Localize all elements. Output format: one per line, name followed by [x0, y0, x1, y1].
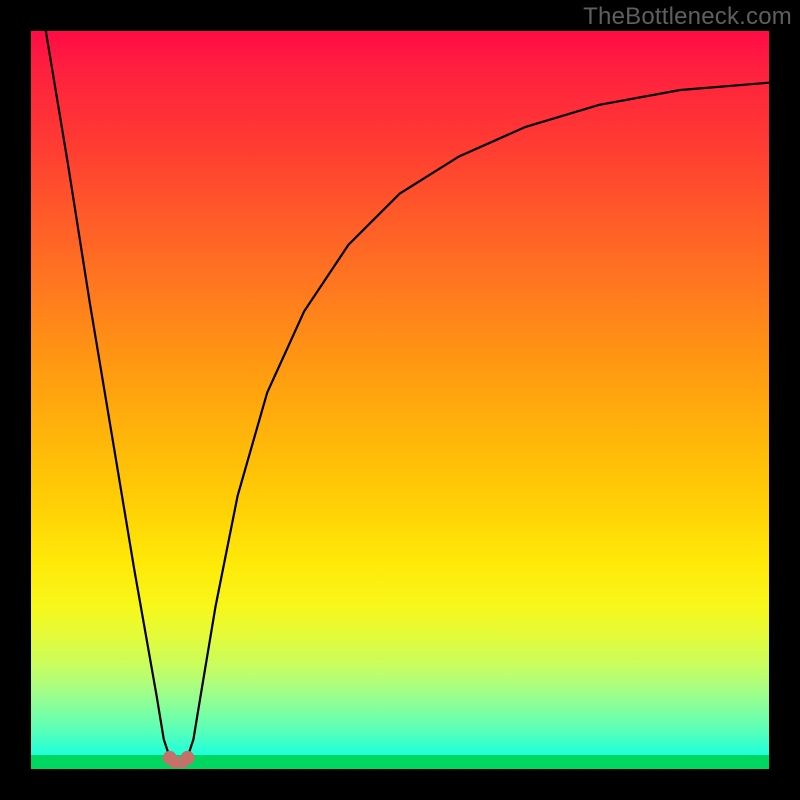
curve-svg	[31, 31, 769, 769]
outer-frame: TheBottleneck.com	[0, 0, 800, 800]
nub-bridge	[170, 757, 188, 768]
plot-area	[31, 31, 769, 769]
watermark-text: TheBottleneck.com	[583, 3, 792, 31]
nub-group	[163, 751, 195, 768]
bottleneck-curve	[46, 31, 769, 762]
